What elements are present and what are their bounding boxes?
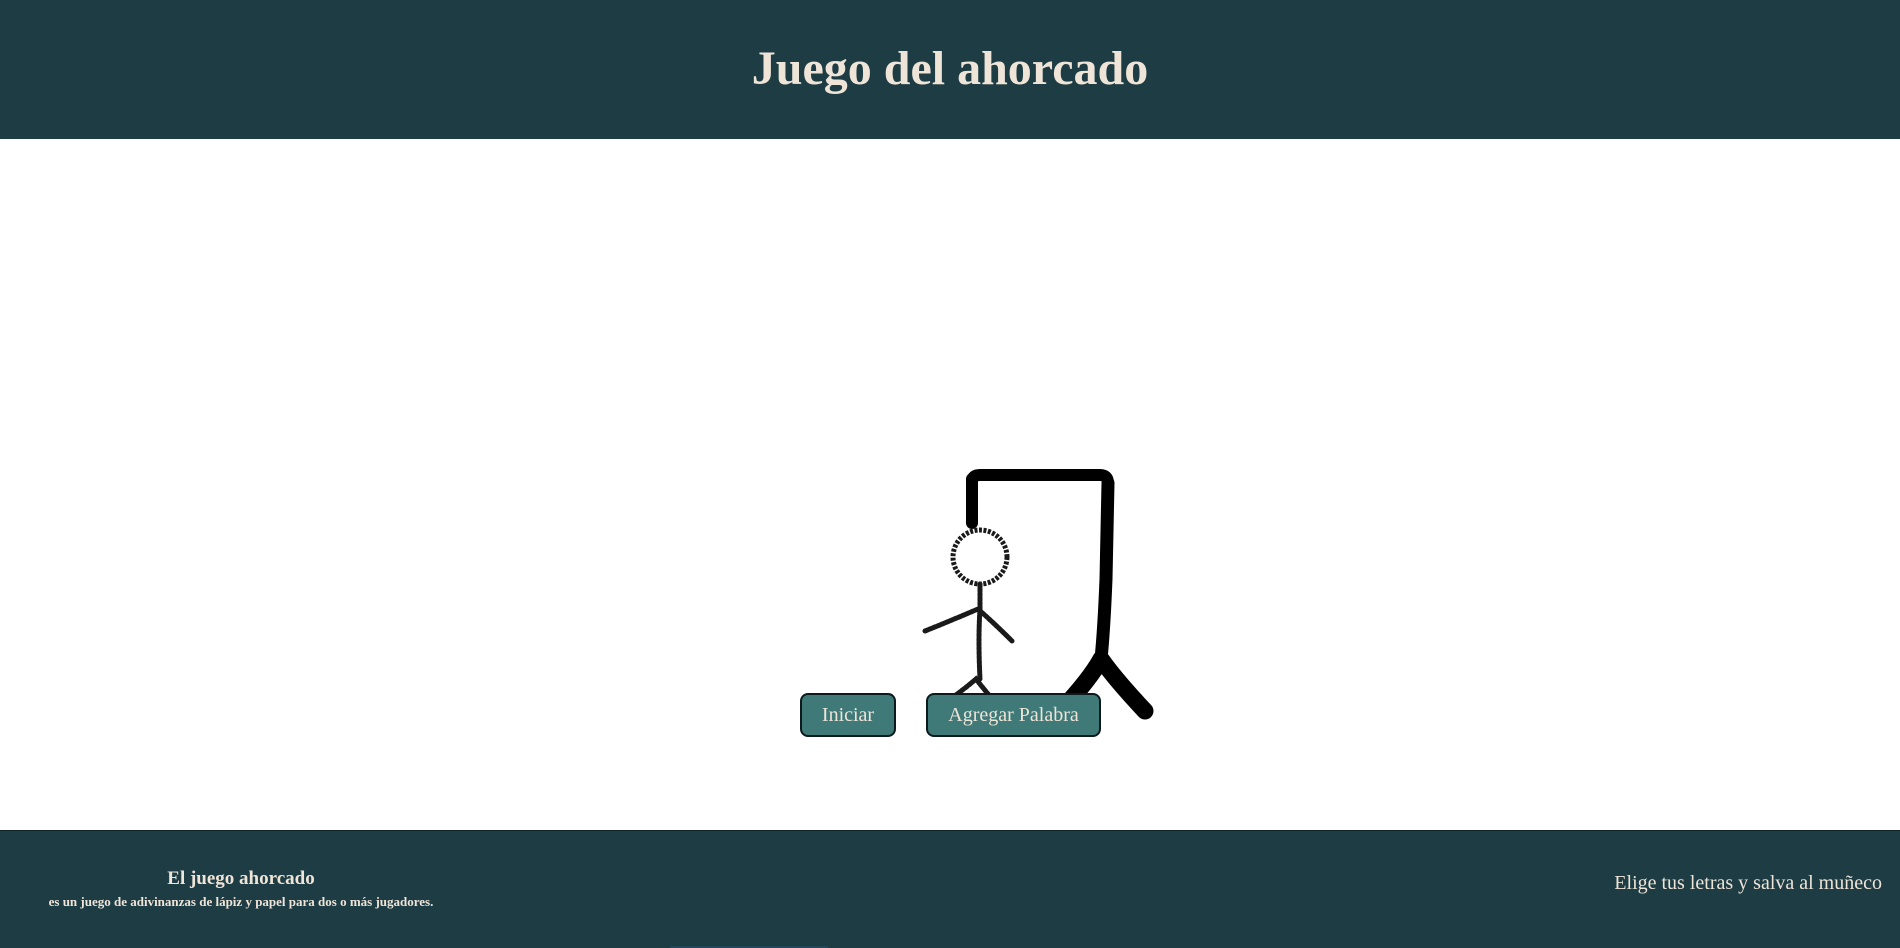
hangman-head [950, 527, 1010, 587]
gallows-pole [1094, 476, 1115, 666]
hangman-arms [922, 606, 1015, 644]
page-title: Juego del ahorcado [751, 42, 1149, 95]
footer-subtitle: es un juego de adivinanzas de lápiz y pa… [48, 894, 434, 909]
footer: El juego ahorcado es un juego de adivina… [0, 830, 1900, 948]
page: Juego del ahorcado Iniciar Agregar Palab… [0, 0, 1900, 948]
game-stage: Iniciar Agregar Palabra [0, 139, 1900, 830]
button-group: Iniciar Agregar Palabra [0, 693, 1900, 739]
footer-info: El juego ahorcado es un juego de adivina… [0, 867, 482, 911]
gallows-beam [966, 469, 1114, 490]
hangman-body [976, 581, 983, 682]
footer-title: El juego ahorcado [167, 868, 315, 889]
start-button[interactable]: Iniciar [800, 693, 896, 737]
add-word-button[interactable]: Agregar Palabra [926, 693, 1101, 737]
hangman-drawing [922, 469, 1154, 720]
footer-tagline: Elige tus letras y salva al muñeco [1614, 872, 1882, 894]
header: Juego del ahorcado [0, 0, 1900, 139]
